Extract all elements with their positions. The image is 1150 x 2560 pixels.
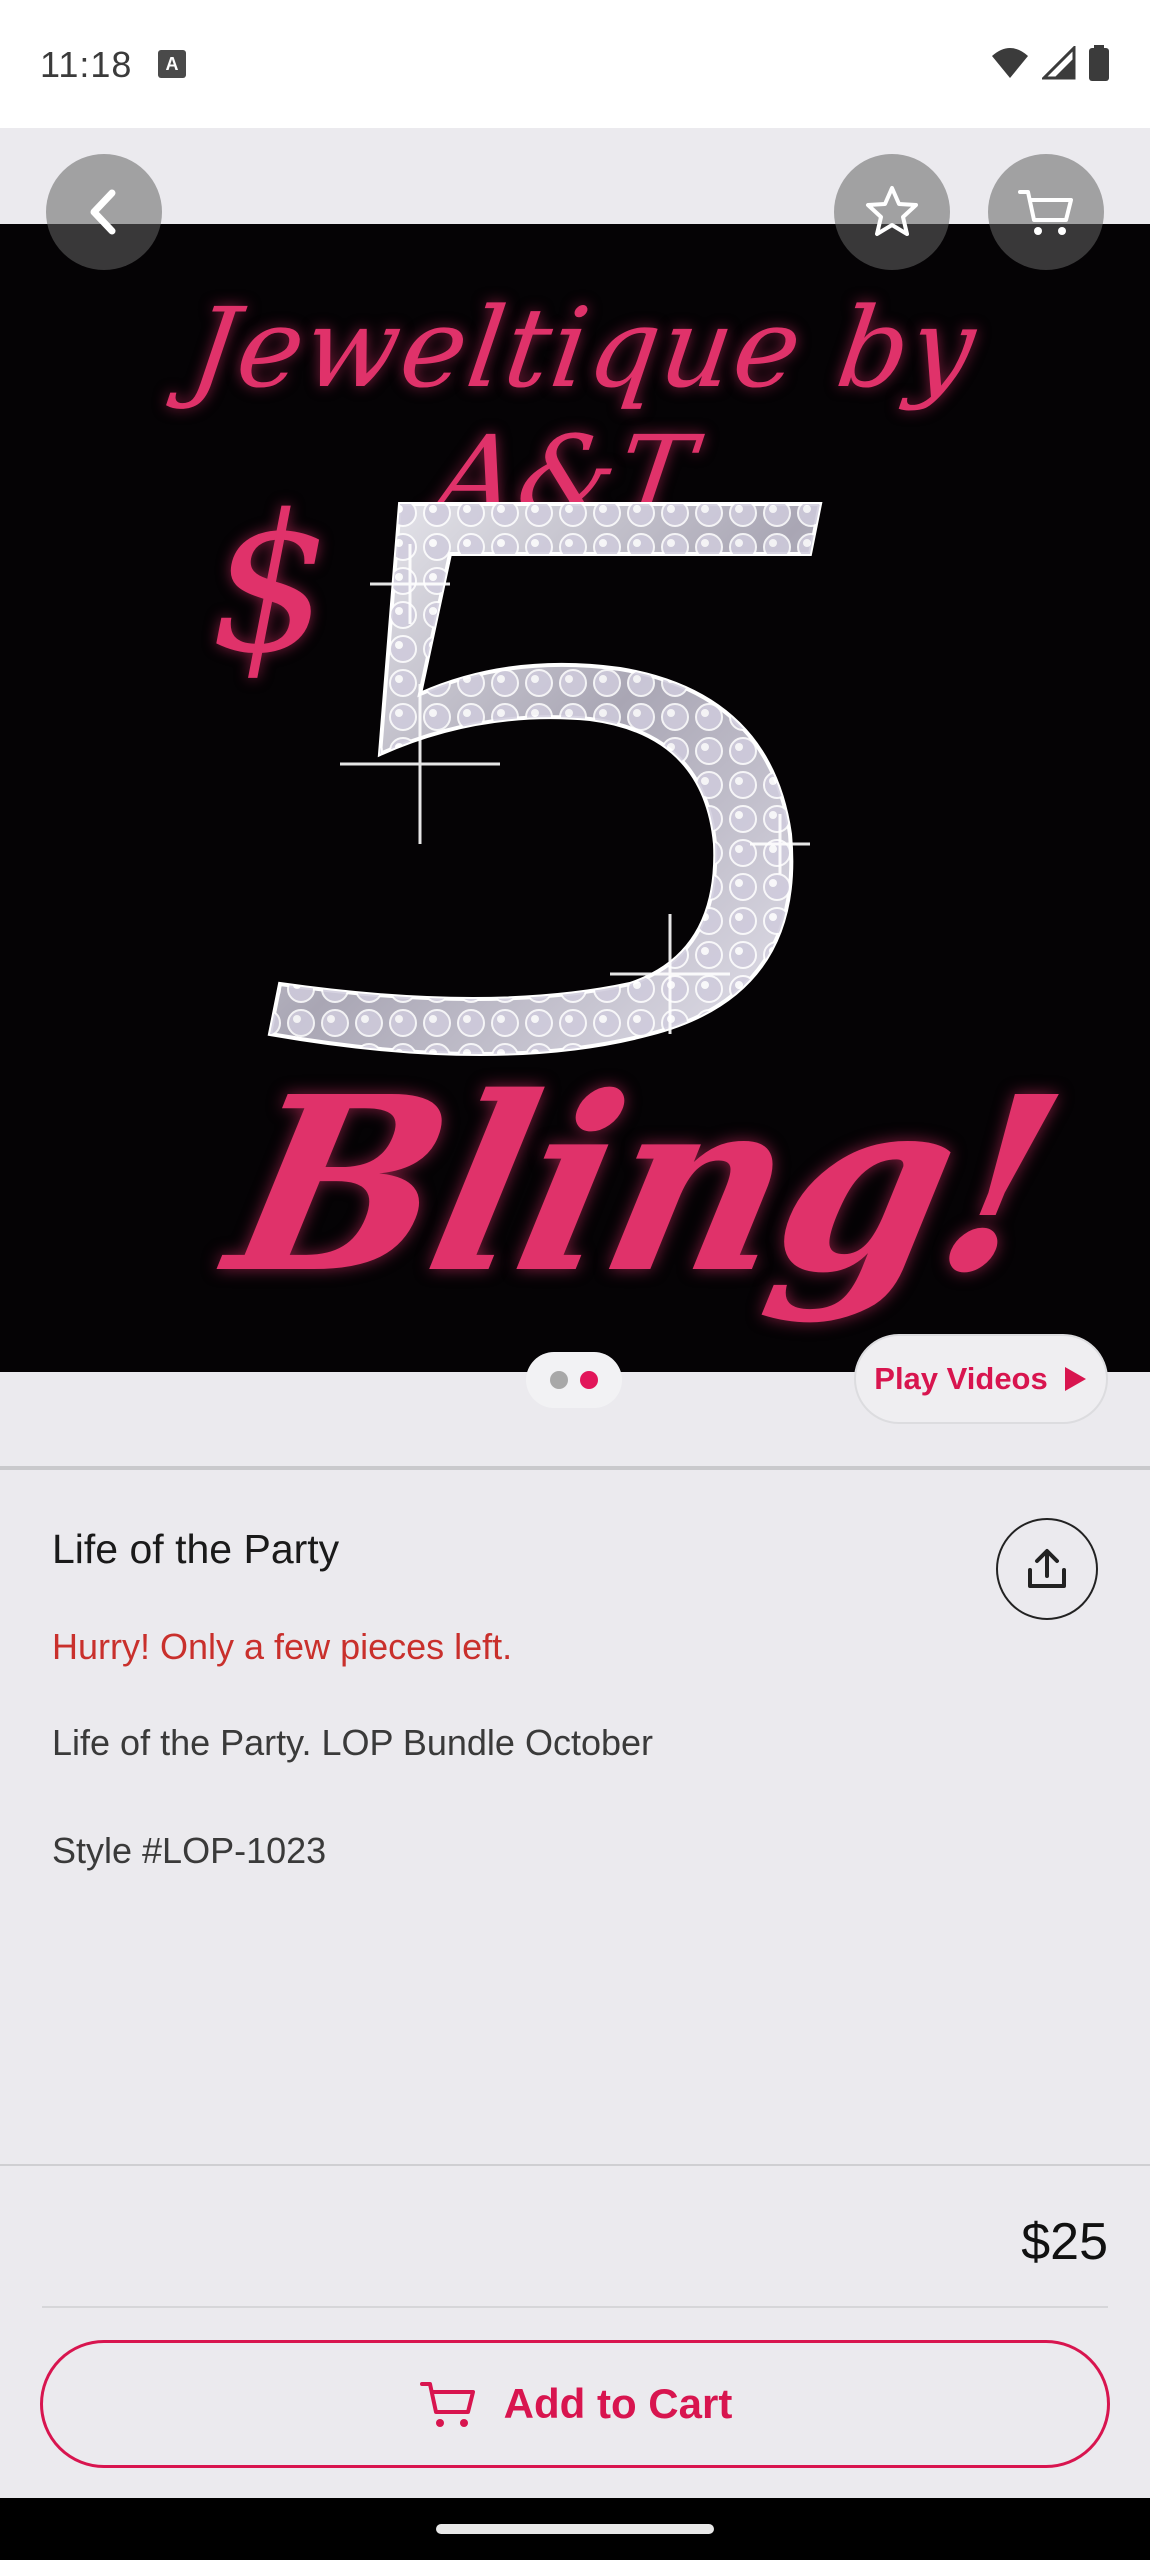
product-style-number: Style #LOP-1023 xyxy=(52,1830,327,1871)
star-icon xyxy=(866,186,918,236)
cart-icon xyxy=(1018,190,1073,235)
product-price: $25 xyxy=(1021,2213,1108,2271)
play-videos-button[interactable]: Play Videos xyxy=(854,1334,1108,1424)
section-divider xyxy=(0,1466,1150,1470)
play-icon xyxy=(1064,1367,1086,1391)
chevron-left-icon xyxy=(90,189,116,235)
product-description: Life of the Party. LOP Bundle October xyxy=(52,1722,654,1763)
back-button[interactable] xyxy=(46,154,162,270)
cart-button[interactable] xyxy=(988,154,1104,270)
add-to-cart-label: Add to Cart xyxy=(503,2380,733,2427)
pager-dot[interactable] xyxy=(550,1371,568,1389)
stock-urgency-text: Hurry! Only a few pieces left. xyxy=(52,1626,513,1667)
battery-icon xyxy=(1089,45,1109,81)
share-icon xyxy=(1028,1549,1066,1588)
image-pager[interactable] xyxy=(526,1352,622,1408)
play-videos-label: Play Videos xyxy=(874,1361,1048,1396)
home-indicator[interactable] xyxy=(436,2524,714,2534)
accessibility-a-icon: A xyxy=(158,50,186,78)
hero-top-band xyxy=(0,128,1150,224)
signal-icon xyxy=(1042,46,1076,80)
footer-divider xyxy=(0,2164,1150,2166)
favorite-button[interactable] xyxy=(834,154,950,270)
status-bar: 11:18 A xyxy=(0,0,1150,128)
product-image-rhinestone-five xyxy=(267,502,823,1056)
price-divider xyxy=(42,2306,1108,2308)
share-button[interactable] xyxy=(996,1518,1098,1620)
product-image-bling-text: Bling! xyxy=(210,1044,1079,1326)
status-time: 11:18 xyxy=(40,44,133,85)
status-icons xyxy=(990,42,1110,84)
product-image[interactable]: Jeweltique by A&T $ Bling! xyxy=(0,224,1150,1372)
add-to-cart-button[interactable]: Add to Cart xyxy=(40,2340,1110,2468)
wifi-icon xyxy=(992,48,1028,78)
cart-icon xyxy=(419,2382,475,2427)
pager-dot-active[interactable] xyxy=(580,1371,598,1389)
product-title: Life of the Party xyxy=(52,1526,340,1572)
